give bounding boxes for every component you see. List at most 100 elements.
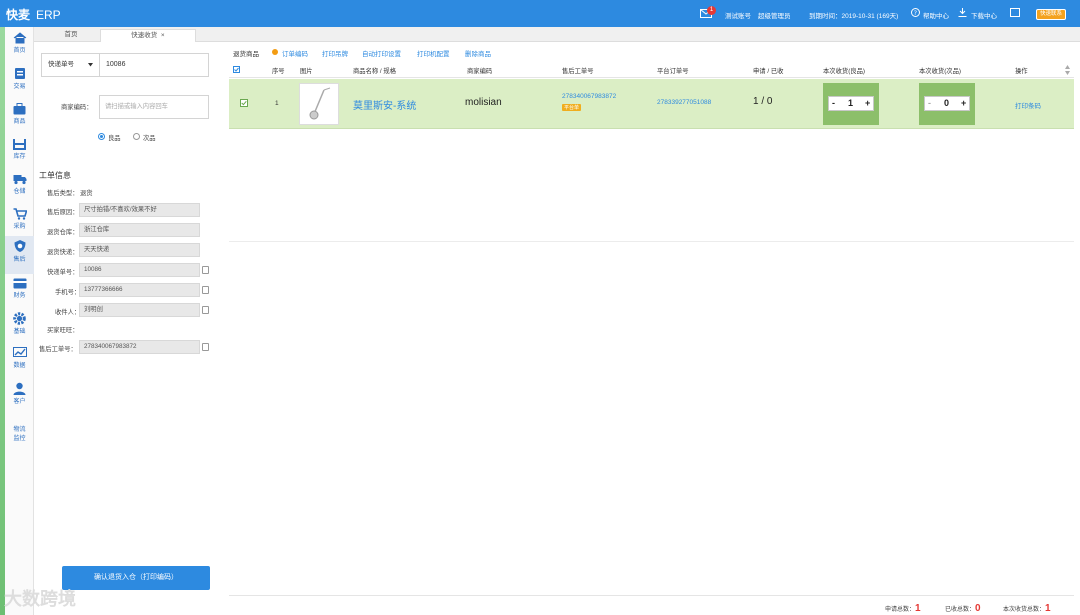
sidebar-item-warehouse[interactable]: 仓储	[5, 173, 34, 209]
fullscreen-icon[interactable]	[1010, 8, 1020, 17]
good-qty-stepper[interactable]: - 1 +	[828, 96, 874, 111]
tab-home[interactable]: 首页	[46, 29, 96, 42]
printer-config-link[interactable]: 打印机配置	[417, 48, 450, 58]
download-center-link[interactable]: 下载中心	[971, 10, 997, 20]
sidebar-label: 采购	[13, 224, 26, 230]
sidebar-label: 售后	[13, 257, 26, 263]
sidebar-item-customer[interactable]: 客户	[5, 382, 34, 418]
plus-button[interactable]: +	[865, 98, 870, 108]
this-total-label: 本次收货总数：	[1003, 607, 1046, 613]
sidebar-item-trade[interactable]: 交易	[5, 67, 34, 103]
row-checkbox-icon[interactable]	[240, 99, 248, 107]
watermark: 大数跨境	[4, 585, 76, 611]
phone-label: 手机号：	[55, 289, 81, 296]
column-header: 商品名称 / 规格	[353, 68, 397, 75]
table-row[interactable]: 1 莫里斯安-系统 molisian 278340067983872 平台单 2…	[229, 79, 1074, 129]
sidebar-item-aftersale[interactable]: 售后	[5, 236, 34, 274]
select-all-checkbox-icon[interactable]	[233, 66, 240, 73]
radio-bad-label: 次品	[143, 135, 156, 142]
receiver-field: 刘明创	[79, 303, 200, 317]
print-tag-link[interactable]: 打印吊牌	[322, 48, 348, 58]
received-total: 已收总数：0	[945, 603, 981, 614]
column-header: 序号	[272, 68, 285, 75]
bad-qty-value[interactable]: 0	[944, 98, 949, 108]
platform-order-link[interactable]: 278339277051088	[657, 99, 711, 106]
app-logo[interactable]: 快麦 ERP	[6, 6, 61, 23]
sidebar-item-logistics[interactable]: 物流 监控	[5, 416, 34, 452]
sidebar-label: 物流 监控	[13, 427, 26, 442]
phone-field: 13777366666	[79, 283, 200, 297]
download-icon[interactable]	[958, 8, 967, 17]
express-company-field: 天天快递	[79, 243, 200, 257]
aftersale-type-value: 退货	[80, 190, 93, 197]
column-header: 售后工单号	[562, 68, 594, 75]
this-total-value: 1	[1045, 603, 1051, 614]
copy-icon[interactable]	[202, 343, 209, 351]
top-bar: 快麦 ERP 1 测试账号 超级管理员 到期时间：2019-10-31 (169天…	[0, 0, 1080, 27]
column-header: 平台订单号	[657, 68, 689, 75]
copy-icon[interactable]	[202, 266, 209, 274]
sidebar-item-goods[interactable]: 商品	[5, 103, 34, 139]
express-no-label: 快递单号：	[47, 269, 79, 276]
chart-icon	[12, 347, 27, 357]
tab-close-icon[interactable]: ×	[161, 32, 165, 39]
column-header: 图片	[300, 68, 313, 75]
apply-total-label: 申请总数：	[885, 607, 916, 613]
aftersale-type-label: 售后类型：	[47, 190, 79, 197]
print-code-link[interactable]: 订单编码	[282, 48, 308, 58]
vip-badge[interactable]: 快速联系	[1036, 9, 1066, 20]
merchant-code-input[interactable]: 请扫描或输入内容回车	[99, 95, 209, 119]
received-total-value: 0	[975, 603, 981, 614]
scroll-arrows-icon[interactable]	[1065, 65, 1070, 75]
auto-print-settings-link[interactable]: 自动打印设置	[362, 48, 401, 58]
sidebar-item-home[interactable]: 首页	[5, 32, 34, 68]
table-header: 序号 图片 商品名称 / 规格 商家编码 售后工单号 平台订单号 申请 / 已收…	[229, 62, 1074, 78]
home-icon	[13, 32, 26, 44]
message-badge: 1	[707, 6, 716, 15]
aftersale-ticket-link[interactable]: 278340067983872	[562, 93, 616, 100]
delete-goods-link[interactable]: 删除商品	[465, 48, 491, 58]
copy-icon[interactable]	[202, 286, 209, 294]
express-no-field: 10086	[79, 263, 200, 277]
confirm-return-button[interactable]: 确认退货入仓（打印编码）	[62, 566, 210, 590]
app-name: ERP	[36, 8, 61, 22]
minus-button[interactable]: -	[832, 98, 835, 108]
reason-label: 售后原因：	[47, 209, 79, 216]
radio-good-checked-icon[interactable]	[98, 133, 105, 140]
merchant-code: molisian	[465, 97, 502, 108]
minus-button[interactable]: -	[928, 98, 931, 108]
sidebar-item-data[interactable]: 数据	[5, 347, 34, 383]
sidebar-label: 仓储	[13, 189, 26, 195]
express-type-select[interactable]: 快递单号	[42, 54, 100, 76]
radio-bad-icon[interactable]	[133, 133, 140, 140]
aftersale-icon	[14, 240, 25, 252]
sidebar-label: 库存	[13, 154, 26, 160]
radio-good-label: 良品	[108, 135, 121, 142]
sidebar-item-basic[interactable]: 基础	[5, 312, 34, 348]
copy-icon[interactable]	[202, 306, 209, 314]
column-header: 本次收货(良品)	[823, 68, 865, 75]
product-thumbnail	[309, 87, 331, 120]
express-number-input[interactable]: 10086	[106, 54, 125, 76]
column-header: 本次收货(次品)	[919, 68, 961, 75]
product-name-link[interactable]: 莫里斯安-系统	[353, 97, 416, 112]
product-image[interactable]	[299, 83, 339, 125]
plus-button[interactable]: +	[961, 98, 966, 108]
receive-form-panel: 快递单号 10086 商家编码： 请扫描或输入内容回车 良品 次品 工单信息 售…	[34, 42, 221, 615]
reason-field: 尺寸拍错/不喜欢/效果不好	[79, 203, 200, 217]
help-icon[interactable]: ?	[911, 8, 920, 17]
tab-quick-receive[interactable]: 快速收货 ×	[100, 29, 196, 42]
bad-qty-stepper[interactable]: - 0 +	[924, 96, 970, 111]
sidebar-item-stock[interactable]: 库存	[5, 138, 34, 174]
user-icon	[13, 382, 26, 395]
receiver-label: 收件人：	[55, 309, 81, 316]
help-center-link[interactable]: 帮助中心	[923, 10, 949, 20]
express-company-label: 退货快递：	[47, 249, 79, 256]
trade-icon	[14, 68, 25, 79]
good-qty-value[interactable]: 1	[848, 98, 853, 108]
role-dropdown[interactable]: 超级管理员	[758, 10, 791, 20]
print-barcode-link[interactable]: 打印条码	[1015, 100, 1041, 110]
expiry-date: 到期时间：2019-10-31 (169天)	[809, 13, 899, 20]
sidebar-item-finance[interactable]: 财务	[5, 278, 34, 314]
sidebar: 首页 交易 商品 库存 仓储 采购 售后 财务 基础 数据 客户 物流 监控	[5, 27, 34, 615]
